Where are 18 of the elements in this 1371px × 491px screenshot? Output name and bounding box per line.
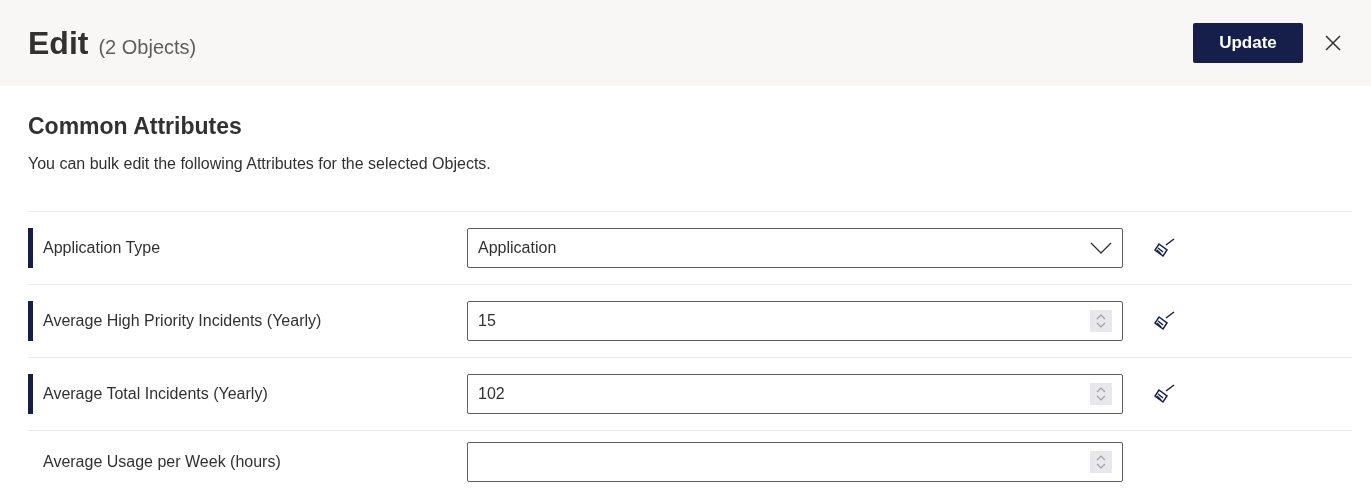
number-field[interactable]: 15 xyxy=(467,301,1123,341)
dropdown-field[interactable]: Application xyxy=(467,228,1123,268)
broom-icon[interactable] xyxy=(1153,310,1175,332)
update-button[interactable]: Update xyxy=(1193,23,1303,63)
attribute-label: Average High Priority Incidents (Yearly) xyxy=(43,312,322,330)
broom-icon[interactable] xyxy=(1153,383,1175,405)
attribute-label: Average Usage per Week (hours) xyxy=(43,453,281,471)
attribute-label: Average Total Incidents (Yearly) xyxy=(43,385,268,403)
section-description: You can bulk edit the following Attributes for the selected Objects. xyxy=(28,155,492,173)
number-field[interactable] xyxy=(467,442,1123,482)
dialog-title: Edit xyxy=(28,24,89,62)
chevron-down-icon xyxy=(1090,242,1112,254)
section-title: Common Attributes xyxy=(28,113,243,140)
number-field[interactable]: 102 xyxy=(467,374,1123,414)
close-icon[interactable] xyxy=(1323,33,1343,53)
attribute-label: Application Type xyxy=(43,239,161,257)
broom-icon[interactable] xyxy=(1153,237,1175,259)
object-count: (2 Objects) xyxy=(98,35,197,59)
